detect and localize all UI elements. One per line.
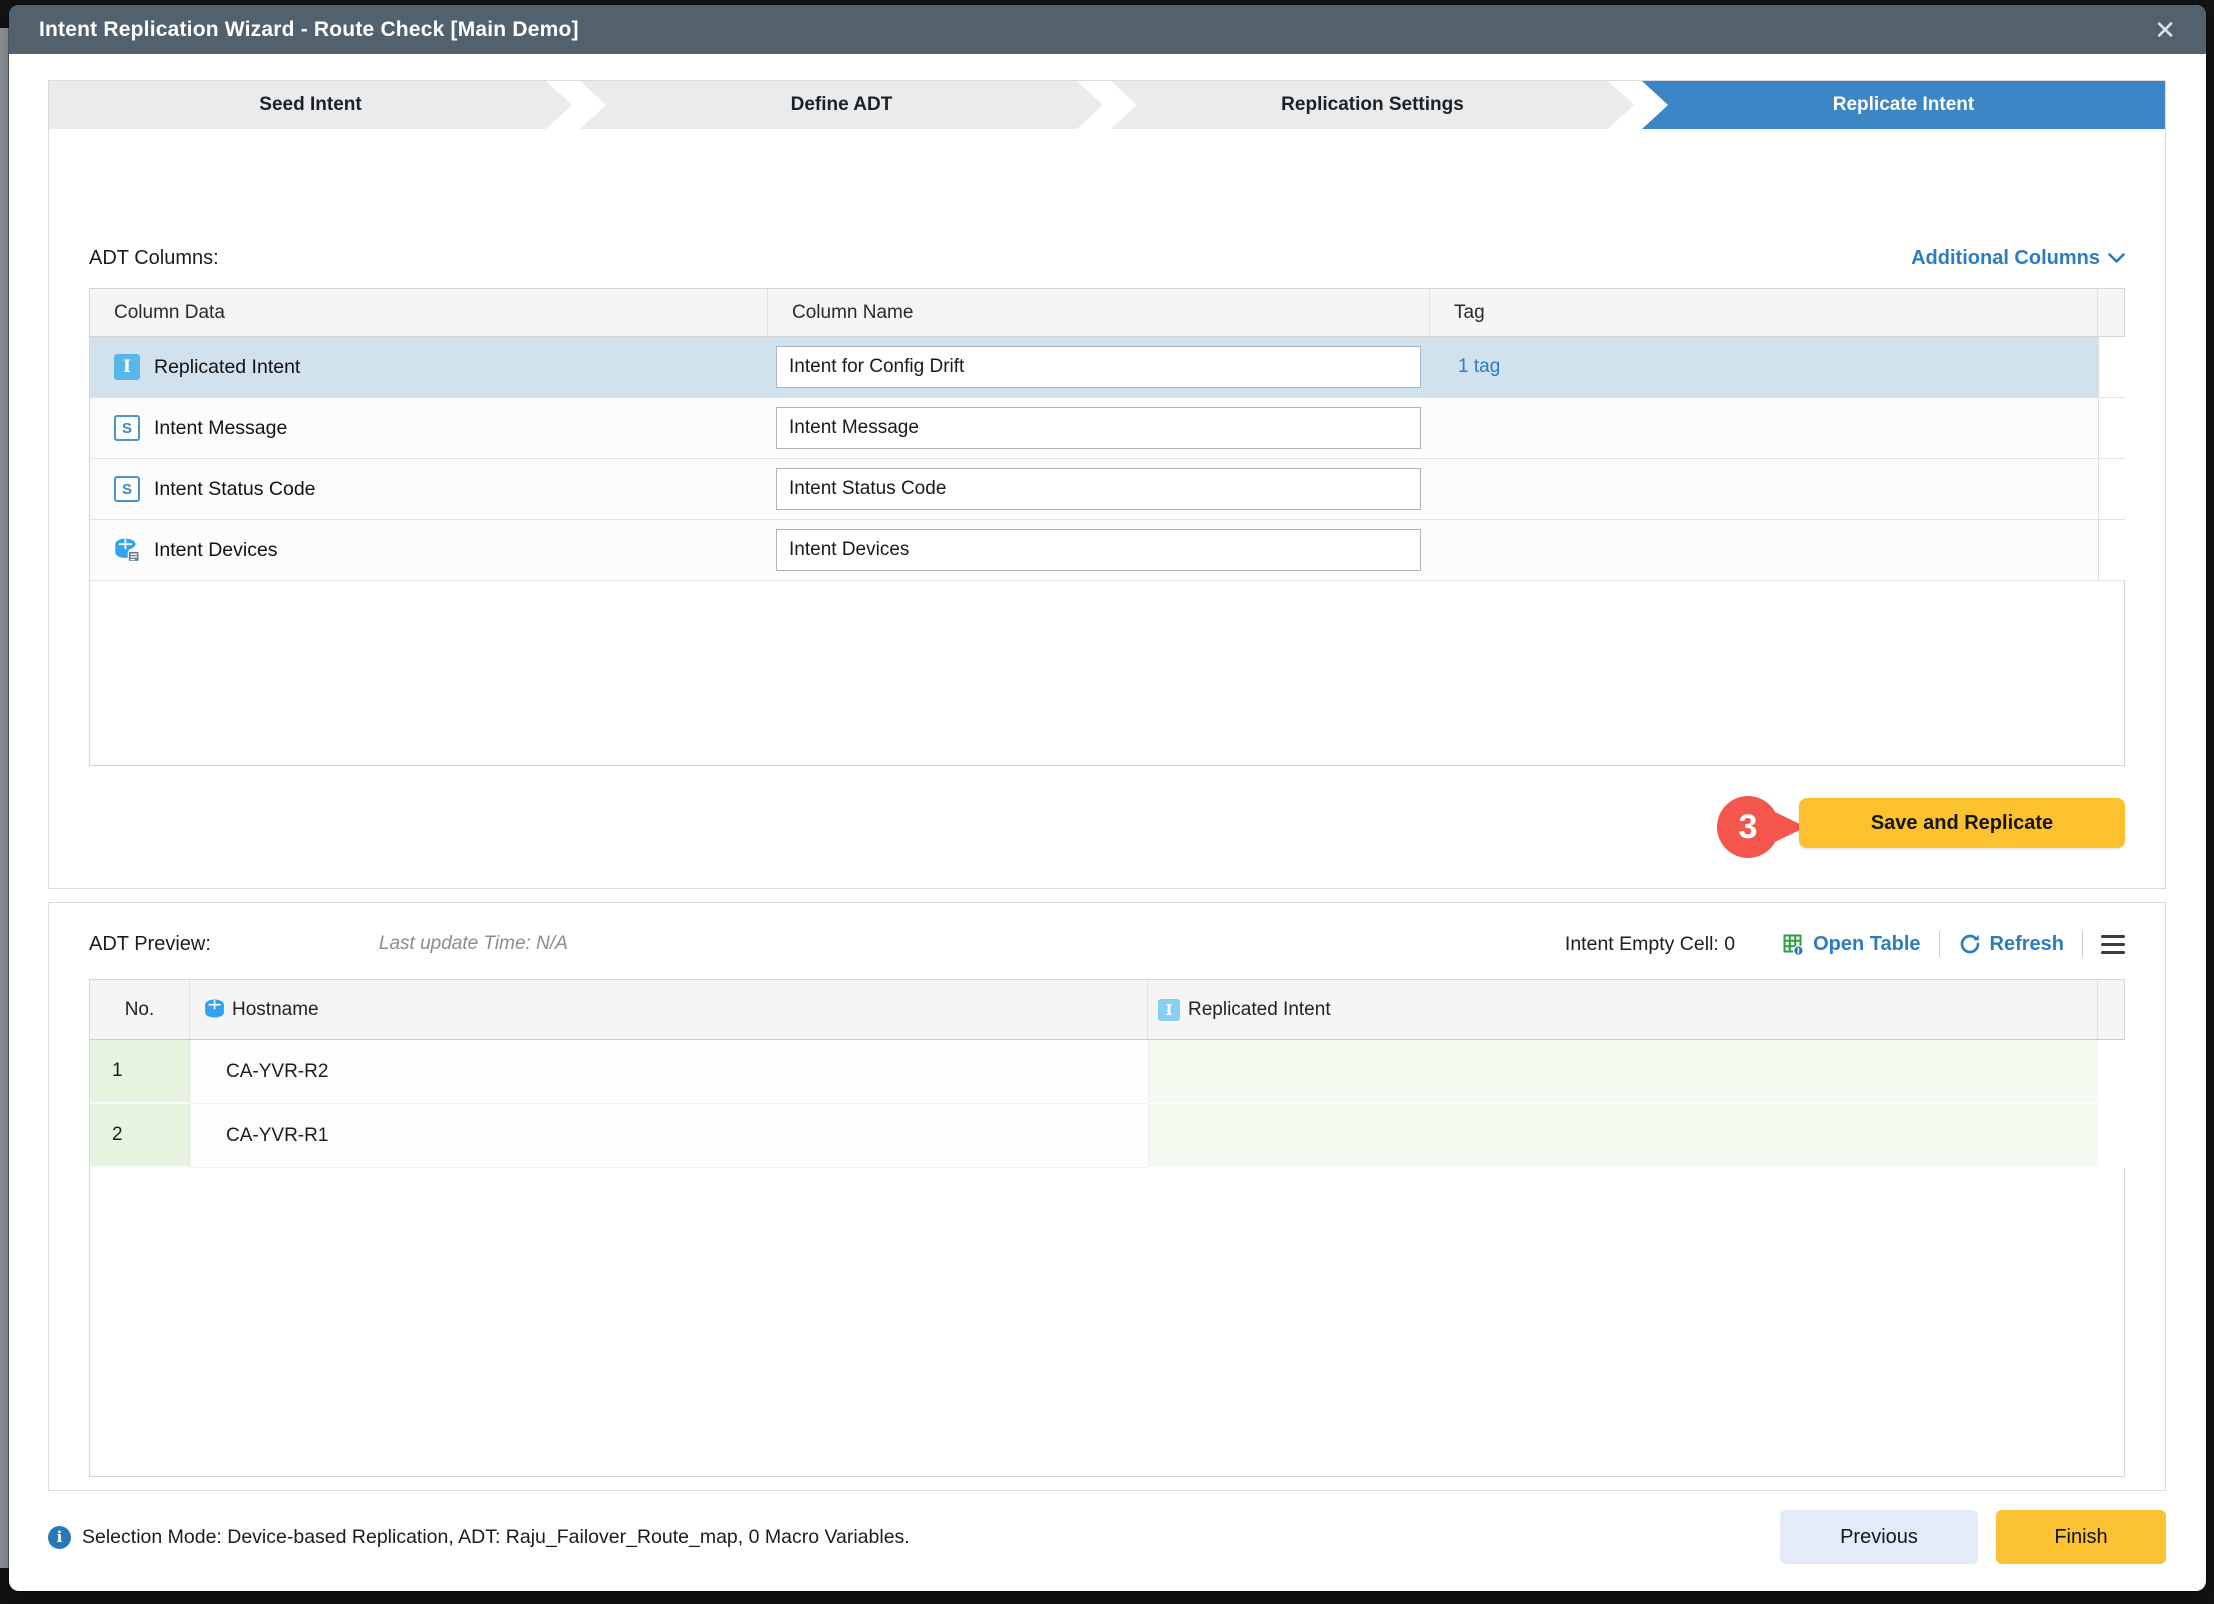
header-gutter: [2098, 289, 2126, 336]
string-icon: S: [114, 476, 140, 502]
selection-mode-info-text: Selection Mode: Device-based Replication…: [82, 1526, 910, 1549]
adt-preview-label: ADT Preview:: [89, 933, 211, 956]
columns-table-header: Column Data Column Name Tag: [90, 289, 2124, 337]
header-no: No.: [90, 980, 190, 1039]
info-icon: i: [48, 1526, 71, 1549]
intent-replication-wizard-dialog: Intent Replication Wizard - Route Check …: [9, 5, 2206, 1591]
row-number-cell: 1: [90, 1040, 190, 1104]
step-replication-settings[interactable]: Replication Settings: [1111, 81, 1634, 129]
adt-preview-panel: ADT Preview: Last update Time: N/A Inten…: [48, 902, 2166, 1491]
preview-table-empty-area: [90, 1168, 2124, 1476]
adt-preview-header: ADT Preview: Last update Time: N/A Inten…: [49, 929, 2165, 959]
row-gutter: [2098, 1040, 2126, 1104]
row-gutter: [2098, 459, 2126, 519]
step-seed-intent[interactable]: Seed Intent: [49, 81, 572, 129]
devices-icon: [204, 998, 227, 1021]
intent-empty-cell-count: Intent Empty Cell: 0: [1565, 933, 1735, 956]
row-gutter: [2098, 1104, 2126, 1168]
column-data-label: Intent Status Code: [154, 478, 316, 501]
adt-columns-section: ADT Columns: Additional Columns Column D…: [49, 244, 2165, 858]
save-row: 3 Save and Replicate: [89, 796, 2125, 858]
header-hostname: Hostname: [190, 980, 1148, 1039]
dialog-title: Intent Replication Wizard - Route Check …: [39, 18, 579, 42]
chevron-down-icon: [2108, 253, 2125, 264]
step-label: Seed Intent: [259, 94, 361, 116]
column-data-label: Replicated Intent: [154, 356, 300, 379]
column-name-input[interactable]: [776, 529, 1421, 571]
tag-link[interactable]: 1 tag: [1458, 356, 1500, 378]
annotation-step-3-marker: 3: [1717, 796, 1779, 858]
hostname-header-label: Hostname: [232, 999, 319, 1021]
additional-columns-label: Additional Columns: [1911, 247, 2100, 270]
step-replicate-intent[interactable]: Replicate Intent: [1642, 81, 2165, 129]
wizard-stepper: Seed Intent Define ADT Replication Setti…: [49, 81, 2165, 129]
string-icon: S: [114, 415, 140, 441]
table-row-replicated-intent[interactable]: I Replicated Intent 1 tag: [90, 337, 2124, 398]
row-gutter: [2098, 337, 2126, 397]
column-name-input[interactable]: [776, 346, 1421, 388]
divider: [2082, 931, 2083, 957]
header-gutter: [2098, 980, 2126, 1039]
intent-icon: I: [1158, 999, 1180, 1021]
table-row-intent-devices[interactable]: Intent Devices: [90, 520, 2124, 581]
finish-button[interactable]: Finish: [1996, 1510, 2166, 1564]
table-row-intent-message[interactable]: S Intent Message: [90, 398, 2124, 459]
last-update-time: Last update Time: N/A: [379, 933, 568, 955]
step-label: Define ADT: [791, 94, 893, 116]
column-data-label: Intent Message: [154, 417, 287, 440]
header-column-data: Column Data: [90, 289, 768, 336]
column-name-input[interactable]: [776, 468, 1421, 510]
intent-icon: I: [114, 354, 140, 380]
background-page-edge: [0, 28, 9, 1568]
row-gutter: [2098, 520, 2126, 580]
step-label: Replication Settings: [1281, 94, 1464, 116]
annotation-step-number: 3: [1739, 808, 1758, 847]
wizard-step-panel: Seed Intent Define ADT Replication Setti…: [48, 80, 2166, 889]
devices-icon: [114, 537, 140, 563]
additional-columns-dropdown[interactable]: Additional Columns: [1911, 247, 2125, 270]
preview-row-2: 2 CA-YVR-R1: [90, 1104, 2124, 1168]
column-name-input[interactable]: [776, 407, 1421, 449]
table-grid-icon: [1781, 932, 1805, 956]
divider: [1939, 931, 1940, 957]
adt-columns-label: ADT Columns:: [89, 247, 219, 270]
dialog-footer: i Selection Mode: Device-based Replicati…: [48, 1508, 2166, 1566]
replicated-intent-cell[interactable]: [1148, 1104, 2098, 1168]
step-label: Replicate Intent: [1833, 94, 1974, 116]
hostname-cell: CA-YVR-R2: [190, 1040, 1148, 1104]
replicated-intent-header-label: Replicated Intent: [1188, 999, 1331, 1021]
row-number-cell: 2: [90, 1104, 190, 1168]
adt-columns-table: Column Data Column Name Tag I Replicated…: [89, 288, 2125, 766]
open-table-label: Open Table: [1813, 933, 1920, 956]
preview-row-1: 1 CA-YVR-R2: [90, 1040, 2124, 1104]
header-tag: Tag: [1430, 289, 2098, 336]
close-icon[interactable]: ✕: [2154, 17, 2176, 43]
previous-button[interactable]: Previous: [1780, 1510, 1978, 1564]
replicated-intent-cell[interactable]: [1148, 1040, 2098, 1104]
header-column-name: Column Name: [768, 289, 1430, 336]
column-data-label: Intent Devices: [154, 539, 278, 562]
table-empty-area: [90, 581, 2124, 765]
hostname-cell: CA-YVR-R1: [190, 1104, 1148, 1168]
refresh-icon: [1958, 932, 1982, 956]
page-background: Intent Replication Wizard - Route Check …: [0, 0, 2214, 1604]
save-and-replicate-button[interactable]: Save and Replicate: [1799, 798, 2125, 848]
menu-icon[interactable]: [2101, 933, 2125, 956]
refresh-link[interactable]: Refresh: [1958, 932, 2064, 956]
open-table-link[interactable]: Open Table: [1781, 932, 1920, 956]
preview-table-header: No. Hostname I Replicated Intent: [90, 980, 2124, 1040]
adt-preview-table: No. Hostname I Replicated Intent: [89, 979, 2125, 1477]
header-replicated-intent: I Replicated Intent: [1148, 980, 2098, 1039]
table-row-intent-status-code[interactable]: S Intent Status Code: [90, 459, 2124, 520]
refresh-label: Refresh: [1990, 933, 2064, 956]
row-gutter: [2098, 398, 2126, 458]
step-define-adt[interactable]: Define ADT: [580, 81, 1103, 129]
dialog-titlebar: Intent Replication Wizard - Route Check …: [9, 5, 2206, 54]
